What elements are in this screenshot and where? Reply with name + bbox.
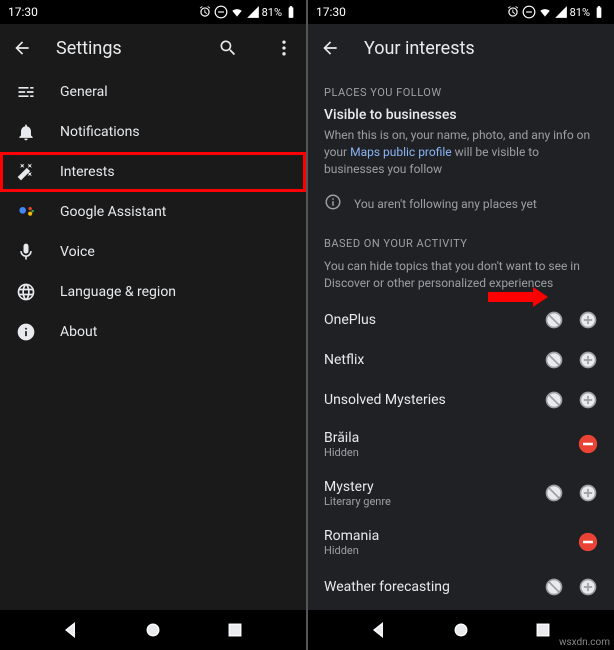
info-icon <box>16 322 36 342</box>
add-icon[interactable] <box>578 350 598 370</box>
assistant-icon <box>16 202 36 222</box>
topic-label: Brăila <box>324 430 570 446</box>
topic-row[interactable]: MysteryLiterary genre <box>308 469 614 518</box>
settings-label: General <box>60 84 108 100</box>
back-icon[interactable] <box>320 38 340 58</box>
dnd-icon <box>214 5 228 19</box>
block-icon[interactable] <box>544 577 564 597</box>
places-desc: When this is on, your name, photo, and a… <box>308 127 614 185</box>
status-icons: 81% <box>506 5 606 19</box>
app-bar: Settings <box>0 24 306 72</box>
nav-recent[interactable] <box>533 620 553 640</box>
settings-item-voice[interactable]: Voice <box>0 232 306 272</box>
section-header-places: PLACES YOU FOLLOW <box>308 72 614 107</box>
settings-label: Google Assistant <box>60 204 166 220</box>
places-empty-text: You aren't following any places yet <box>354 197 537 211</box>
status-time: 17:30 <box>316 5 346 19</box>
add-icon[interactable] <box>578 483 598 503</box>
alarm-icon <box>198 5 212 19</box>
add-icon[interactable] <box>578 390 598 410</box>
topic-row[interactable]: BrăilaHidden <box>308 420 614 469</box>
settings-item-notifications[interactable]: Notifications <box>0 112 306 152</box>
places-empty-row: You aren't following any places yet <box>308 185 614 223</box>
nav-home[interactable] <box>143 620 163 640</box>
places-title: Visible to businesses <box>308 107 614 127</box>
bell-icon <box>16 122 36 142</box>
add-icon[interactable] <box>578 577 598 597</box>
sliders-icon <box>16 82 36 102</box>
unhide-icon[interactable] <box>578 434 598 454</box>
battery-icon <box>284 5 298 19</box>
topic-label: Weather forecasting <box>324 579 536 595</box>
status-bar: 17:30 81% <box>0 0 306 24</box>
activity-desc: You can hide topics that you don't want … <box>308 258 614 300</box>
watermark: wsxdn.com <box>559 637 610 648</box>
nav-recent[interactable] <box>225 620 245 640</box>
nav-bar <box>0 610 306 650</box>
settings-list: General Notifications Interests Google A… <box>0 72 306 610</box>
maps-profile-link[interactable]: Maps public profile <box>350 145 452 159</box>
page-title: Settings <box>56 38 194 59</box>
battery-text: 81% <box>262 6 282 19</box>
topic-sub: Hidden <box>324 446 570 459</box>
wifi-icon <box>538 5 552 19</box>
topic-sub: Hidden <box>324 544 570 557</box>
nav-back[interactable] <box>369 620 389 640</box>
more-icon[interactable] <box>274 38 294 58</box>
settings-item-interests[interactable]: Interests <box>0 152 306 192</box>
wand-icon <box>16 162 36 182</box>
block-icon[interactable] <box>544 390 564 410</box>
mic-icon <box>16 242 36 262</box>
page-title: Your interests <box>364 38 602 59</box>
wifi-icon <box>230 5 244 19</box>
topic-label: OnePlus <box>324 312 536 328</box>
status-bar: 17:30 81% <box>308 0 614 24</box>
settings-label: Notifications <box>60 124 140 140</box>
topic-label: Romania <box>324 528 570 544</box>
interests-content: PLACES YOU FOLLOW Visible to businesses … <box>308 72 614 610</box>
unhide-icon[interactable] <box>578 532 598 552</box>
topic-label: Netflix <box>324 352 536 368</box>
topic-label: Unsolved Mysteries <box>324 392 536 408</box>
block-icon[interactable] <box>544 310 564 330</box>
topic-sub: Literary genre <box>324 495 536 508</box>
battery-text: 81% <box>570 6 590 19</box>
settings-label: Interests <box>60 164 115 180</box>
topic-row[interactable]: Weather forecasting <box>308 567 614 607</box>
settings-item-assistant[interactable]: Google Assistant <box>0 192 306 232</box>
block-icon[interactable] <box>544 483 564 503</box>
status-icons: 81% <box>198 5 298 19</box>
settings-label: Language & region <box>60 284 176 300</box>
settings-item-about[interactable]: About <box>0 312 306 352</box>
battery-icon <box>592 5 606 19</box>
block-icon[interactable] <box>544 350 564 370</box>
topic-row[interactable]: Unsolved Mysteries <box>308 380 614 420</box>
section-header-activity: BASED ON YOUR ACTIVITY <box>308 223 614 258</box>
arrow-annotation <box>488 287 548 307</box>
globe-icon <box>16 282 36 302</box>
phone-settings: 17:30 81% Settings General Notifications… <box>0 0 306 650</box>
topic-label: Mystery <box>324 479 536 495</box>
alarm-icon <box>506 5 520 19</box>
nav-back[interactable] <box>61 620 81 640</box>
settings-label: Voice <box>60 244 95 260</box>
topic-row[interactable]: Netflix <box>308 340 614 380</box>
phone-interests: 17:30 81% Your interests PLACES YOU FOLL… <box>308 0 614 650</box>
signal-icon <box>554 5 568 19</box>
topic-row[interactable]: OnePlus <box>308 300 614 340</box>
settings-item-general[interactable]: General <box>0 72 306 112</box>
search-icon[interactable] <box>218 38 238 58</box>
topic-row[interactable]: Fiction <box>308 607 614 610</box>
status-time: 17:30 <box>8 5 38 19</box>
settings-item-language[interactable]: Language & region <box>0 272 306 312</box>
settings-label: About <box>60 324 97 340</box>
dnd-icon <box>522 5 536 19</box>
back-icon[interactable] <box>12 38 32 58</box>
info-icon <box>324 193 342 215</box>
add-icon[interactable] <box>578 310 598 330</box>
app-bar: Your interests <box>308 24 614 72</box>
nav-home[interactable] <box>451 620 471 640</box>
topic-row[interactable]: RomaniaHidden <box>308 518 614 567</box>
signal-icon <box>246 5 260 19</box>
